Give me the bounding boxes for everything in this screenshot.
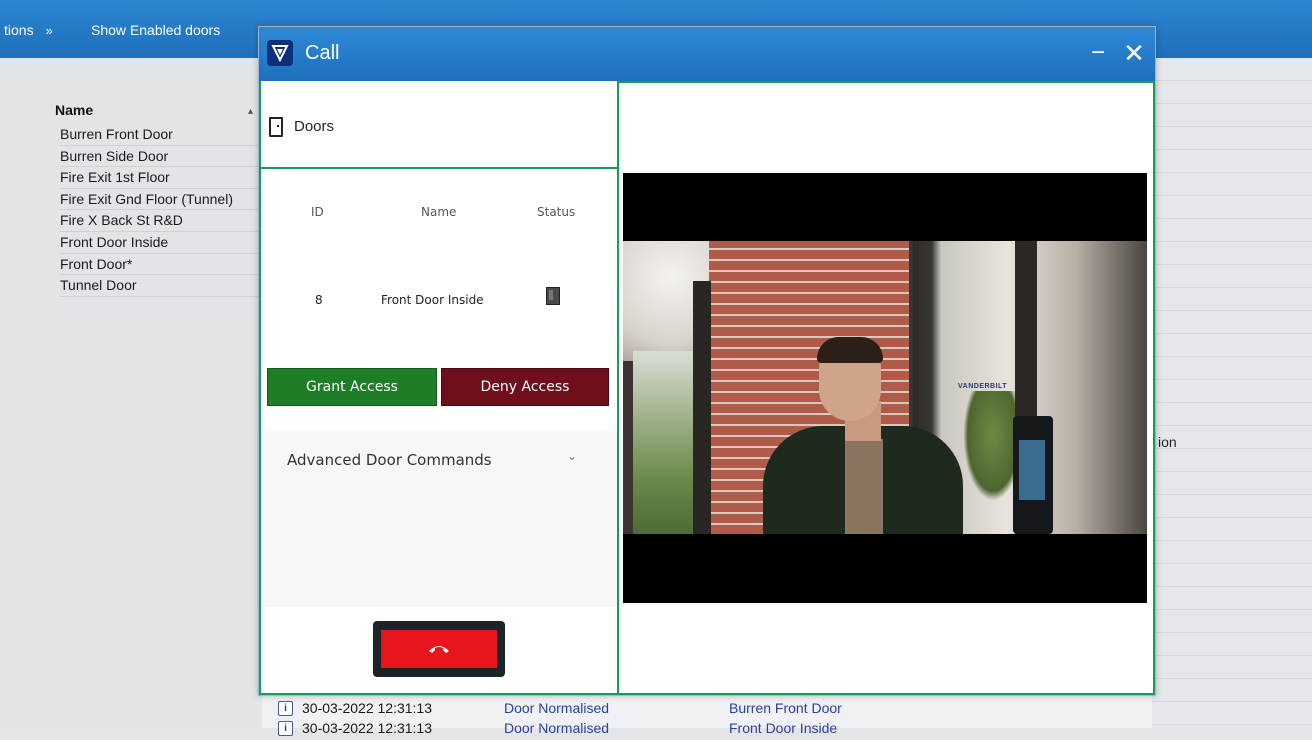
deny-access-button[interactable]: Deny Access (441, 368, 609, 406)
doors-header: Doors (261, 81, 617, 169)
door-id-cell: 8 (315, 293, 323, 307)
camera-image: VANDERBILT (623, 241, 1147, 534)
event-type: Door Normalised (504, 700, 610, 716)
event-type: Door Normalised (504, 720, 610, 736)
door-closed-icon (546, 287, 560, 305)
video-left-window (633, 351, 693, 534)
dialog-titlebar[interactable]: Call − ✕ (259, 27, 1155, 81)
options-label: tions (4, 22, 34, 38)
event-door: Front Door Inside (729, 720, 838, 736)
door-list-item[interactable]: Tunnel Door (60, 275, 260, 297)
event-log: i 30-03-2022 12:31:13 Door Normalised Bu… (262, 694, 1152, 736)
doors-header-label: Doors (294, 118, 335, 135)
door-list-item[interactable]: Burren Side Door (60, 146, 260, 168)
door-control-panel: Doors ID Name Status 8 Front Door Inside… (261, 81, 617, 693)
event-row[interactable]: i 30-03-2022 12:31:13 Door Normalised Fr… (262, 720, 1152, 740)
event-door: Burren Front Door (729, 700, 842, 716)
phone-hangup-icon (429, 646, 449, 653)
column-sort-icon[interactable]: ▴ (248, 106, 253, 117)
column-header-id: ID (311, 205, 324, 219)
door-icon (269, 117, 283, 137)
dialog-title: Call (305, 42, 340, 64)
advanced-door-commands-toggle[interactable]: Advanced Door Commands ⌄ (261, 431, 617, 607)
info-icon: i (278, 721, 293, 736)
door-list-item[interactable]: Front Door Inside (60, 232, 260, 254)
panel-divider (617, 81, 619, 695)
video-sign-text: VANDERBILT (958, 383, 1008, 390)
vanderbilt-logo-icon (267, 40, 293, 66)
double-chevron-down-icon: » (45, 23, 53, 38)
event-time: 30-03-2022 12:31:13 (302, 700, 432, 716)
event-time: 30-03-2022 12:31:13 (302, 720, 432, 736)
background-right-text: ion (1158, 434, 1177, 450)
chevron-down-icon: ⌄ (567, 449, 578, 463)
door-list-item[interactable]: Front Door* (60, 254, 260, 276)
door-list-name-header[interactable]: Name (55, 102, 93, 118)
show-enabled-doors-button[interactable]: Show Enabled doors (91, 22, 220, 38)
event-row[interactable]: i 30-03-2022 12:31:13 Door Normalised Bu… (262, 700, 1152, 720)
close-icon[interactable]: ✕ (1121, 35, 1147, 71)
door-name-cell: Front Door Inside (381, 293, 484, 307)
background-right-panel (1152, 58, 1312, 728)
door-list-item[interactable]: Fire Exit 1st Floor (60, 167, 260, 189)
info-icon: i (278, 701, 293, 716)
background-door-list: Burren Front Door Burren Side Door Fire … (60, 124, 260, 297)
options-menu[interactable]: tions » (4, 22, 53, 38)
column-header-name: Name (421, 205, 457, 219)
door-list-item[interactable]: Burren Front Door (60, 124, 260, 146)
video-feed: VANDERBILT (623, 173, 1147, 603)
column-header-status: Status (537, 205, 576, 219)
video-person-hair (817, 337, 883, 363)
hang-up-button[interactable] (373, 621, 505, 677)
minimize-icon[interactable]: − (1085, 35, 1111, 71)
access-reader-screen (1019, 440, 1045, 500)
video-person-shirt (845, 439, 883, 534)
advanced-door-commands-label: Advanced Door Commands (287, 451, 492, 469)
access-reader (1013, 416, 1053, 534)
grant-access-button[interactable]: Grant Access (267, 368, 437, 406)
door-list-item[interactable]: Fire Exit Gnd Floor (Tunnel) (60, 189, 260, 211)
hang-up-button-face (381, 630, 497, 668)
video-door-frame-left (693, 281, 711, 534)
call-dialog: Call − ✕ Doors ID Name Status 8 Front Do… (258, 26, 1156, 696)
door-list-item[interactable]: Fire X Back St R&D (60, 210, 260, 232)
